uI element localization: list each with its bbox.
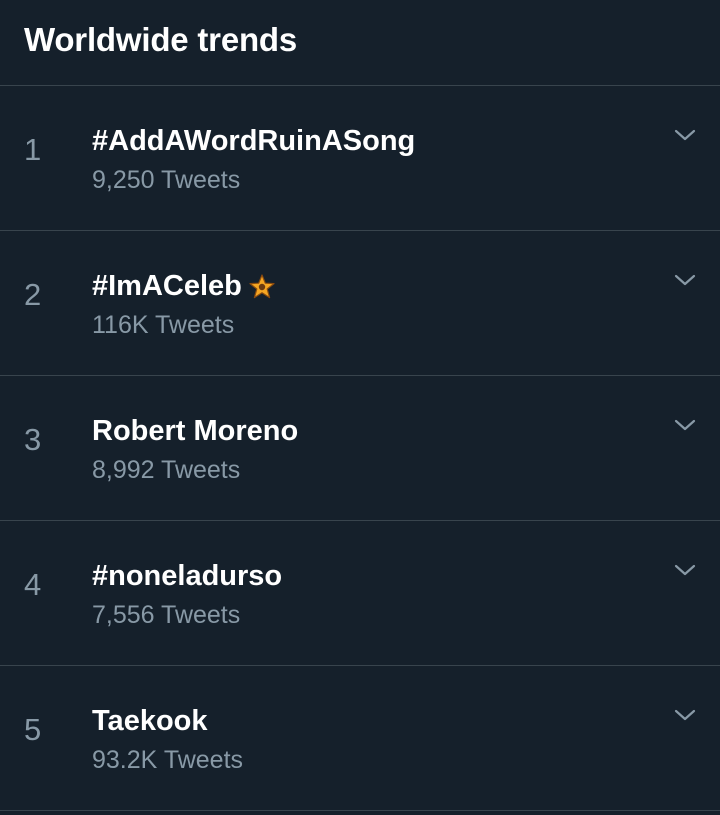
trend-list: 1 #AddAWordRuinASong 9,250 Tweets 2 #ImA… bbox=[0, 86, 720, 811]
trend-name-link[interactable]: Robert Moreno bbox=[92, 415, 298, 448]
trend-name-link[interactable]: #AddAWordRuinASong bbox=[92, 125, 415, 158]
trend-tweet-count: 93.2K Tweets bbox=[92, 746, 244, 774]
trend-rank: 4 bbox=[24, 567, 42, 602]
trend-rank: 1 bbox=[24, 132, 42, 167]
trend-name-link[interactable]: #ImACeleb bbox=[92, 270, 276, 303]
trend-name-text: #noneladurso bbox=[92, 560, 283, 592]
trend-name-text: #AddAWordRuinASong bbox=[92, 125, 416, 157]
trend-rank: 3 bbox=[24, 422, 42, 457]
trend-name-text: #ImACeleb bbox=[92, 270, 242, 302]
trend-name-link[interactable]: #noneladurso bbox=[92, 560, 282, 593]
trend-name-text: Taekook bbox=[92, 705, 208, 737]
trend-tweet-count: 9,250 Tweets bbox=[92, 166, 241, 194]
page-title: Worldwide trends bbox=[24, 20, 298, 58]
chevron-down-icon[interactable] bbox=[674, 563, 696, 577]
chevron-down-icon[interactable] bbox=[674, 273, 696, 287]
trend-rank: 5 bbox=[24, 712, 42, 747]
chevron-down-icon[interactable] bbox=[674, 128, 696, 142]
trend-item-1[interactable]: 1 #AddAWordRuinASong 9,250 Tweets bbox=[0, 86, 720, 231]
star-emoji-icon bbox=[248, 273, 276, 301]
trend-item-5[interactable]: 5 Taekook 93.2K Tweets bbox=[0, 666, 720, 811]
trends-header: Worldwide trends bbox=[0, 0, 720, 86]
trend-name-link[interactable]: Taekook bbox=[92, 705, 208, 738]
trend-tweet-count: 116K Tweets bbox=[92, 311, 235, 339]
trend-item-2[interactable]: 2 #ImACeleb 116K Tweets bbox=[0, 231, 720, 376]
trend-tweet-count: 7,556 Tweets bbox=[92, 601, 241, 629]
trend-tweet-count: 8,992 Tweets bbox=[92, 456, 241, 484]
trend-name-text: Robert Moreno bbox=[92, 415, 299, 447]
trend-rank: 2 bbox=[24, 277, 42, 312]
chevron-down-icon[interactable] bbox=[674, 418, 696, 432]
trend-item-4[interactable]: 4 #noneladurso 7,556 Tweets bbox=[0, 521, 720, 666]
chevron-down-icon[interactable] bbox=[674, 708, 696, 722]
trend-item-3[interactable]: 3 Robert Moreno 8,992 Tweets bbox=[0, 376, 720, 521]
